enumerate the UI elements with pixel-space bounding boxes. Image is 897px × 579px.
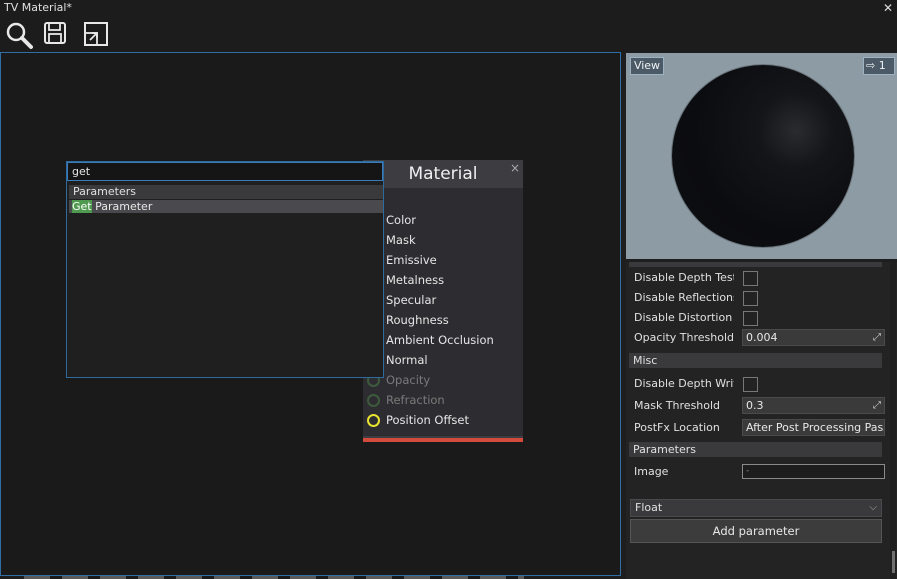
property-checkbox[interactable] (743, 311, 758, 326)
window-title: TV Material* (4, 1, 72, 14)
property-row: Mask Threshold 0.3 ⤢ (634, 397, 885, 415)
add-parameter-button[interactable]: Add parameter (630, 519, 882, 543)
property-label: PostFx Location (634, 421, 720, 434)
chevron-down-icon: ⌵ (869, 502, 877, 513)
property-number-field[interactable]: 0.004 ⤢ (742, 329, 885, 346)
node-pin-label: Opacity (386, 373, 431, 387)
scrollbar-thumb[interactable] (892, 551, 895, 573)
section-header-parameters[interactable]: Parameters (629, 442, 882, 457)
scrollbar[interactable] (890, 262, 896, 579)
node-pin-label: Color (386, 213, 417, 227)
node-pin-row[interactable]: Metalness (363, 270, 523, 290)
close-icon[interactable]: ✕ (883, 0, 893, 16)
property-label: Disable Depth Write (634, 377, 734, 390)
node-pin-label: Metalness (386, 273, 445, 287)
property-label: Disable Distortion (634, 311, 733, 324)
property-row: Opacity Threshold 0.004 ⤢ (634, 329, 885, 347)
node-pin-label: Position Offset (386, 413, 469, 427)
search-result-match: Get (72, 200, 92, 213)
node-pin-row[interactable]: Emissive (363, 250, 523, 270)
search-input[interactable]: get (67, 162, 383, 181)
node-close-icon[interactable]: × (510, 161, 520, 175)
property-row: Disable Reflections (634, 289, 884, 307)
window-title-bar: TV Material* ✕ (0, 0, 897, 16)
node-pin-row[interactable]: Opacity (363, 370, 523, 390)
node-pin-label: Refraction (386, 393, 445, 407)
expand-icon[interactable]: ⤢ (873, 398, 881, 413)
toolbar (0, 16, 897, 52)
property-row: PostFx Location After Post Processing Pas… (634, 419, 885, 437)
pin-connector-icon[interactable] (367, 414, 380, 427)
image-property-row: Image - (634, 463, 885, 481)
save-icon[interactable] (42, 20, 72, 50)
section-header-strip (629, 262, 882, 267)
node-pin-row[interactable]: Refraction (363, 390, 523, 410)
property-label: Opacity Threshold (634, 331, 734, 344)
node-pin-row[interactable]: Roughness (363, 310, 523, 330)
search-result-item[interactable]: Get Parameter (69, 200, 383, 213)
node-pin-row[interactable]: Mask (363, 230, 523, 250)
node-pin-label: Roughness (386, 313, 449, 327)
camera-button[interactable]: ⇨ 1 (863, 57, 895, 75)
property-checkbox[interactable] (743, 377, 758, 392)
search-result-rest: Parameter (91, 200, 153, 213)
property-checkbox[interactable] (743, 291, 758, 306)
material-preview[interactable]: View ⇨ 1 (626, 53, 897, 259)
pin-connector-icon[interactable] (367, 394, 380, 407)
preview-sphere (672, 65, 854, 247)
camera-icon: ⇨ (866, 59, 876, 72)
section-header-misc[interactable]: Misc (629, 353, 882, 368)
property-row: Disable Distortion (634, 309, 884, 327)
properties-panel: Disable Depth Test Disable Reflections Dis… (626, 262, 897, 579)
image-label: Image (634, 465, 669, 478)
search-icon[interactable] (4, 20, 34, 50)
property-checkbox[interactable] (743, 271, 758, 286)
property-label: Disable Reflections (634, 291, 734, 304)
node-search-popup: get Parameters Get Parameter (66, 161, 384, 378)
view-button[interactable]: View (630, 57, 664, 75)
node-pin-row[interactable]: Color (363, 210, 523, 230)
node-pin-label: Normal (386, 353, 428, 367)
node-pin-row[interactable]: Specular (363, 290, 523, 310)
node-pin-label: Emissive (386, 253, 437, 267)
fit-view-icon[interactable] (82, 20, 112, 50)
node-pin-row[interactable]: Ambient Occlusion (363, 330, 523, 350)
node-pin-label: Mask (386, 233, 416, 247)
node-pin-label: Specular (386, 293, 437, 307)
property-row: Disable Depth Test (634, 269, 884, 287)
image-picker[interactable]: - (742, 464, 885, 479)
node-pin-row[interactable]: Normal (363, 350, 523, 370)
parameter-type-select[interactable]: Float ⌵ (630, 499, 882, 517)
property-number-field[interactable]: 0.3 ⤢ (742, 397, 885, 414)
property-label: Disable Depth Test (634, 271, 734, 284)
material-node[interactable]: Material × Color Mask Emissive Metalness Spe… (363, 160, 523, 442)
search-group-parameters: Parameters (69, 185, 383, 199)
expand-icon[interactable]: ⤢ (873, 330, 881, 345)
node-pin-label: Ambient Occlusion (386, 333, 494, 347)
node-title: Material (408, 164, 478, 184)
node-pin-row[interactable]: Position Offset (363, 410, 523, 430)
property-select[interactable]: After Post Processing Pass (742, 419, 885, 436)
property-label: Mask Threshold (634, 399, 721, 412)
node-accent-bar (363, 438, 523, 442)
property-row: Disable Depth Write (634, 375, 884, 393)
